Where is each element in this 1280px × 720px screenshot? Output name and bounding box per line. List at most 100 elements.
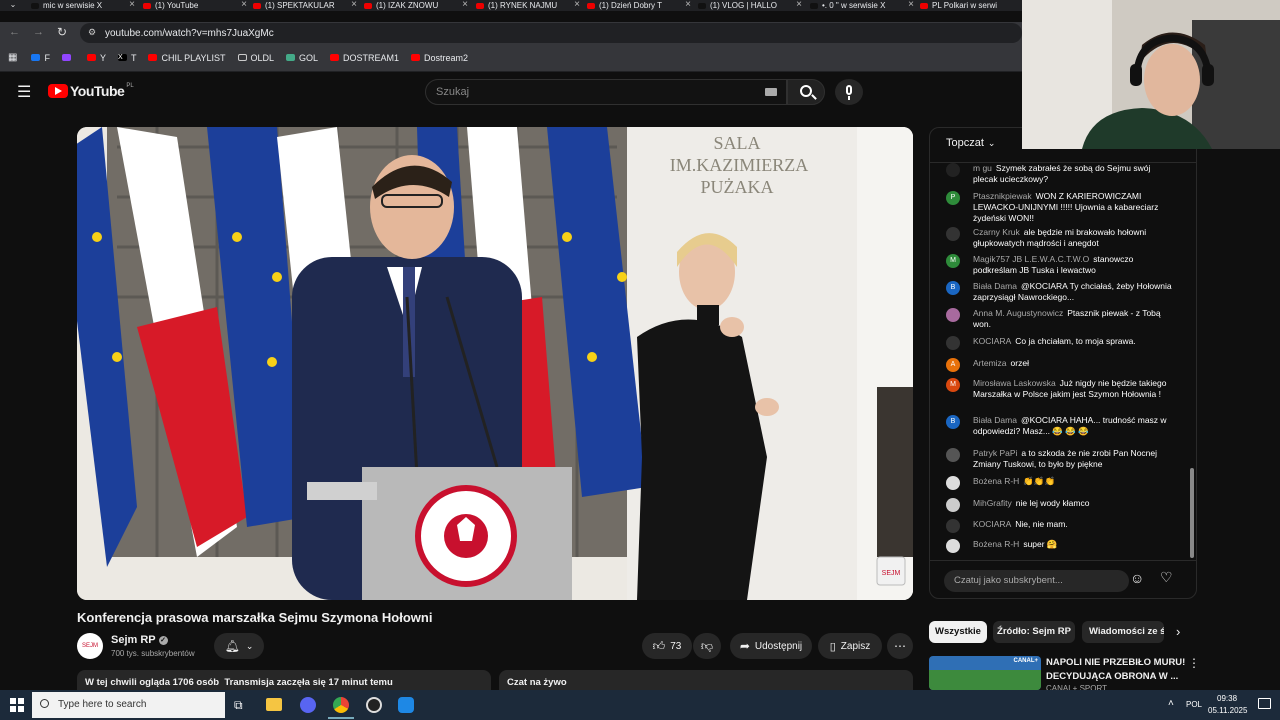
chat-author-avatar[interactable] [946,227,960,241]
chat-author-avatar[interactable] [946,336,960,350]
channel-name[interactable]: Sejm RP ✓ [111,634,168,646]
tab-close-icon[interactable]: × [129,0,135,10]
chat-author-name[interactable]: Artemiza [973,358,1007,368]
recommended-thumbnail[interactable]: CANAL+ [929,656,1041,690]
clock-time[interactable]: 09:38 [1217,694,1237,703]
chat-author-name[interactable]: m gu [973,163,992,173]
chat-author-avatar[interactable]: M [946,254,960,268]
bookmark-youtube[interactable]: Y [86,53,106,63]
tray-chevron-icon[interactable]: ˄ [1168,698,1174,709]
chat-author-name[interactable]: Patryk PaPi [973,448,1017,458]
save-button[interactable]: ▯ Zapisz [818,633,882,659]
chat-author-avatar[interactable]: B [946,415,960,429]
chip-all[interactable]: Wszystkie [929,621,987,643]
description-box[interactable]: W tej chwili ogląda 1706 osób Transmisja… [77,670,491,690]
back-icon[interactable]: ← [9,26,20,38]
dislike-button[interactable]: 👎︎ [693,633,721,659]
emoji-icon[interactable]: ☺ [1130,570,1144,586]
browser-tab[interactable]: (1) YouTube × [143,0,249,11]
chat-author-name[interactable]: Biała Dama [973,415,1017,425]
tab-close-icon[interactable]: × [908,0,914,10]
url-field[interactable]: ⚙ youtube.com/watch?v=mhs7JuaXgMc [80,23,1022,43]
chat-author-name[interactable]: Czarny Kruk [973,227,1020,237]
like-button[interactable]: 👍︎ 73 [642,633,692,659]
reload-icon[interactable]: ↻ [57,25,67,39]
share-button[interactable]: ➦ Udostępnij [730,633,812,659]
site-info-icon[interactable]: ⚙ [88,27,96,38]
chat-author-avatar[interactable] [946,163,960,177]
obs-icon[interactable] [366,697,382,713]
browser-tab[interactable]: (1) VLOG | HALLO × [698,0,804,11]
forward-icon[interactable]: → [33,26,44,38]
notifications-button[interactable]: 🔔︎ ⌄ [214,633,264,659]
language-indicator[interactable]: POL [1186,700,1202,709]
voice-search-button[interactable] [835,79,863,105]
chat-input[interactable]: Czatuj jako subskrybent... [944,570,1129,592]
chat-author-avatar[interactable] [946,498,960,512]
browser-tab[interactable]: mic w serwisie X × [31,0,137,11]
tab-close-icon[interactable]: × [574,0,580,10]
recommended-title[interactable]: NAPOLI NIE PRZEBIŁO MURU! DECYDUJĄCA OBR… [1046,656,1186,684]
chip-news[interactable]: Wiadomości ze ś [1082,621,1164,643]
bookmark-facebook[interactable]: F [31,53,50,63]
tab-close-icon[interactable]: × [241,0,247,10]
bookmark-twitch[interactable] [61,54,75,61]
heart-icon[interactable]: ♡ [1160,569,1173,586]
chat-author-avatar[interactable] [946,448,960,462]
chat-author-avatar[interactable]: B [946,281,960,295]
tab-close-icon[interactable]: × [685,0,691,10]
tab-close-icon[interactable]: × [351,0,357,10]
taskbar-search-input[interactable]: Type here to search [32,692,225,718]
chat-author-name[interactable]: Anna M. Augustynowicz [973,308,1063,318]
bookmark-chil-playlist[interactable]: CHIL PLAYLIST [148,53,226,63]
chat-author-avatar[interactable] [946,519,960,533]
file-explorer-icon[interactable] [266,698,282,711]
chat-author-avatar[interactable]: P [946,191,960,205]
chip-source[interactable]: Źródło: Sejm RP [993,621,1075,643]
browser-tab[interactable]: (1) RYNEK NAJMU × [476,0,582,11]
chat-author-name[interactable]: Bożena R-H [973,539,1019,549]
search-button[interactable] [787,79,825,105]
video-player[interactable]: SALA IM.KAZIMIERZA PUŻAKA SEJM [77,127,913,600]
chat-mode-selector[interactable]: Topczat ⌄ [946,137,995,149]
browser-tab[interactable]: PL Polkari w serwi [920,0,1022,11]
tab-close-icon[interactable]: × [796,0,802,10]
chat-author-avatar[interactable] [946,308,960,322]
browser-tab[interactable]: (1) SPEKTAKULAR × [253,0,359,11]
channel-avatar[interactable]: SEJM [77,633,103,659]
more-actions-button[interactable]: ⋯ [887,633,913,659]
chevron-right-icon[interactable]: › [1176,624,1180,639]
chat-author-avatar[interactable] [946,539,960,553]
browser-tab[interactable]: •. 0 " w serwisie X × [810,0,916,11]
chat-author-avatar[interactable]: M [946,378,960,392]
tab-list-dropdown-icon[interactable]: ⌄ [4,0,22,11]
live-chat-replay-box[interactable]: Czat na żywo [499,670,913,690]
chat-scrollbar[interactable] [1190,468,1194,558]
chat-author-name[interactable]: Ptasznikpiewak [973,191,1032,201]
discord-icon[interactable] [300,697,316,713]
menu-icon[interactable]: ☰ [17,82,31,102]
clock-date[interactable]: 05.11.2025 [1208,706,1247,715]
task-view-icon[interactable]: ⧉ [234,698,243,713]
chat-author-name[interactable]: KOCIARA [973,336,1011,346]
browser-tab[interactable]: (1) IZAK ZNOWU × [364,0,470,11]
youtube-logo[interactable]: YouTube PL [48,83,134,99]
chat-author-name[interactable]: Biała Dama [973,281,1017,291]
chat-author-name[interactable]: Magik757 JB L.E.W.A.C.T.W.O [973,254,1089,264]
tab-close-icon[interactable]: × [462,0,468,10]
chat-author-avatar[interactable]: A [946,358,960,372]
chat-author-name[interactable]: Bożena R-H [973,476,1019,486]
app-icon[interactable] [398,697,414,713]
browser-tab[interactable]: (1) Dzień Dobry T × [587,0,693,11]
windows-start-icon[interactable] [10,698,24,712]
bookmark-dostream2[interactable]: Dostream2 [411,53,468,63]
recommended-more-icon[interactable]: ⋮ [1188,656,1200,670]
chrome-icon[interactable] [333,697,349,713]
keyboard-icon[interactable] [765,88,777,96]
bookmark-gol[interactable]: GOL [286,53,318,63]
chat-author-avatar[interactable] [946,476,960,490]
chat-author-name[interactable]: MihGrafity [973,498,1012,508]
notification-icon[interactable] [1258,698,1271,709]
bookmark-x[interactable]: XT [117,53,136,63]
chat-author-name[interactable]: KOCIARA [973,519,1011,529]
